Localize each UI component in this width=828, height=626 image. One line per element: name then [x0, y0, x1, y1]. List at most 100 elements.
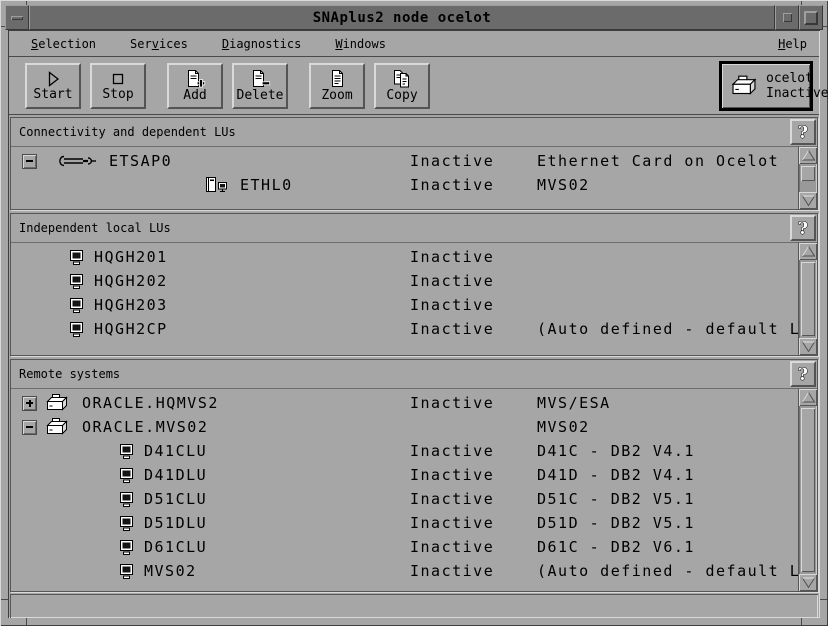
scroll-up-button[interactable] [799, 243, 817, 260]
expand-toggle-icon[interactable] [22, 396, 37, 411]
node-name: ocelot [766, 71, 813, 86]
start-button[interactable]: Start [25, 63, 81, 109]
scroll-down-button[interactable] [799, 574, 817, 591]
arrow-down-icon [801, 194, 816, 207]
scroll-up-button[interactable] [799, 147, 817, 164]
scroll-track[interactable] [801, 261, 815, 337]
title-bar: SNAplus2 node ocelot [5, 5, 823, 30]
svg-text:?: ? [798, 365, 808, 384]
window-menu-button[interactable] [5, 5, 29, 30]
menu-diagnostics[interactable]: Diagnostics [222, 37, 301, 51]
arrow-up-icon [801, 149, 816, 162]
svg-text:?: ? [798, 123, 808, 142]
scroll-track[interactable] [801, 165, 815, 191]
node-state: Inactive [766, 86, 828, 101]
tree-cell: D61CLU [11, 538, 207, 556]
tree-row-oracle-mvs02[interactable]: ORACLE.MVS02 MVS02 [11, 415, 798, 439]
node-icon [729, 74, 759, 98]
menu-windows[interactable]: Windows [335, 37, 386, 51]
section-connectivity-and-dependent-lus: Connectivity and dependent LUs ? ETSAP0 … [10, 117, 818, 210]
section-help-button[interactable]: ? [790, 361, 816, 387]
scroll-thumb[interactable] [801, 166, 815, 181]
frame-notch [26, 618, 27, 625]
row-name: D41DLU [144, 466, 207, 484]
lu-icon [118, 467, 135, 484]
toolbar-button-label: Stop [102, 88, 133, 102]
scroll-thumb[interactable] [801, 262, 815, 336]
tree-cell: D51DLU [11, 514, 207, 532]
row-description: MVS/ESA [537, 394, 611, 412]
row-name: MVS02 [144, 562, 197, 580]
question-mark-icon: ? [795, 122, 811, 142]
tree-row-hqgh201[interactable]: HQGH201 Inactive [11, 245, 798, 269]
row-status: Inactive [410, 466, 494, 484]
tree-row-hqgh2cp[interactable]: HQGH2CP Inactive (Auto defined - default… [11, 317, 798, 341]
section-rows: ORACLE.HQMVS2 Inactive MVS/ESA ORACLE.MV… [11, 389, 798, 591]
menu-selection[interactable]: Selection [31, 37, 96, 51]
tree-row-d61clu[interactable]: D61CLU Inactive D61C - DB2 V6.1 [11, 535, 798, 559]
tree-row-d51clu[interactable]: D51CLU Inactive D51C - DB2 V5.1 [11, 487, 798, 511]
tree-row-d41clu[interactable]: D41CLU Inactive D41C - DB2 V4.1 [11, 439, 798, 463]
row-status: Inactive [410, 490, 494, 508]
minimize-icon [783, 13, 792, 22]
row-name: ETHL0 [240, 176, 293, 194]
row-name: D61CLU [144, 538, 207, 556]
node-status-text: ocelot Inactive [766, 71, 828, 101]
tree-row-d51dlu[interactable]: D51DLU Inactive D51D - DB2 V5.1 [11, 511, 798, 535]
vertical-scrollbar[interactable] [798, 243, 817, 355]
collapse-toggle-icon[interactable] [22, 154, 37, 169]
stop-button[interactable]: Stop [90, 63, 146, 109]
row-name: ETSAP0 [109, 152, 172, 170]
row-description: (Auto defined - default LU) [537, 320, 798, 338]
row-description: MVS02 [537, 176, 590, 194]
vertical-scrollbar[interactable] [798, 147, 817, 209]
tree-row-etsap0[interactable]: ETSAP0 Inactive Ethernet Card on Ocelot [11, 149, 798, 173]
scroll-down-button[interactable] [799, 192, 817, 209]
section-help-button[interactable]: ? [790, 215, 816, 241]
lu-icon [118, 443, 135, 460]
tree-cell: ORACLE.MVS02 [11, 417, 208, 437]
row-name: HQGH202 [94, 272, 168, 290]
collapse-toggle-icon[interactable] [22, 420, 37, 435]
tree-row-oracle-hqmvs2[interactable]: ORACLE.HQMVS2 Inactive MVS/ESA [11, 391, 798, 415]
row-description: D51C - DB2 V5.1 [537, 490, 695, 508]
vertical-scrollbar[interactable] [798, 389, 817, 591]
toolbar-button-label: Start [33, 88, 72, 102]
section-title: Remote systems [19, 367, 120, 381]
menu-services[interactable]: Services [130, 37, 188, 51]
link-station-icon [205, 176, 231, 194]
section-rows: HQGH201 Inactive HQGH202 Inactive HQGH20… [11, 243, 798, 355]
delete-icon [249, 69, 271, 89]
scroll-thumb[interactable] [801, 408, 815, 572]
tree-row-ethl0[interactable]: ETHL0 Inactive MVS02 [11, 173, 798, 197]
section-help-button[interactable]: ? [790, 119, 816, 145]
scroll-down-button[interactable] [799, 338, 817, 355]
node-status-button[interactable]: ocelot Inactive [719, 61, 813, 111]
row-status: Inactive [410, 514, 494, 532]
zoom-button[interactable]: Zoom [309, 63, 365, 109]
tree-row-hqgh203[interactable]: HQGH203 Inactive [11, 293, 798, 317]
add-button[interactable]: Add [167, 63, 223, 109]
menu-help[interactable]: Help [778, 37, 807, 51]
lu-icon [118, 515, 135, 532]
row-status: Inactive [410, 562, 494, 580]
maximize-button[interactable] [799, 5, 823, 30]
scroll-track[interactable] [801, 407, 815, 573]
toolbar-button-label: Delete [237, 89, 284, 103]
scroll-up-button[interactable] [799, 389, 817, 406]
copy-button[interactable]: Copy [374, 63, 430, 109]
section-list: ORACLE.HQMVS2 Inactive MVS/ESA ORACLE.MV… [11, 389, 817, 591]
row-description: D41C - DB2 V4.1 [537, 442, 695, 460]
lu-icon [68, 249, 85, 266]
delete-button[interactable]: Delete [232, 63, 288, 109]
tree-row-d41dlu[interactable]: D41DLU Inactive D41D - DB2 V4.1 [11, 463, 798, 487]
row-status: Inactive [410, 394, 494, 412]
tree-row-hqgh202[interactable]: HQGH202 Inactive [11, 269, 798, 293]
row-description: D41D - DB2 V4.1 [537, 466, 695, 484]
minimize-button[interactable] [775, 5, 799, 30]
stop-icon [109, 70, 127, 88]
arrow-up-icon [801, 391, 816, 404]
lu-icon [118, 491, 135, 508]
copy-icon [391, 69, 413, 89]
tree-row-mvs02[interactable]: MVS02 Inactive (Auto defined - default L… [11, 559, 798, 583]
